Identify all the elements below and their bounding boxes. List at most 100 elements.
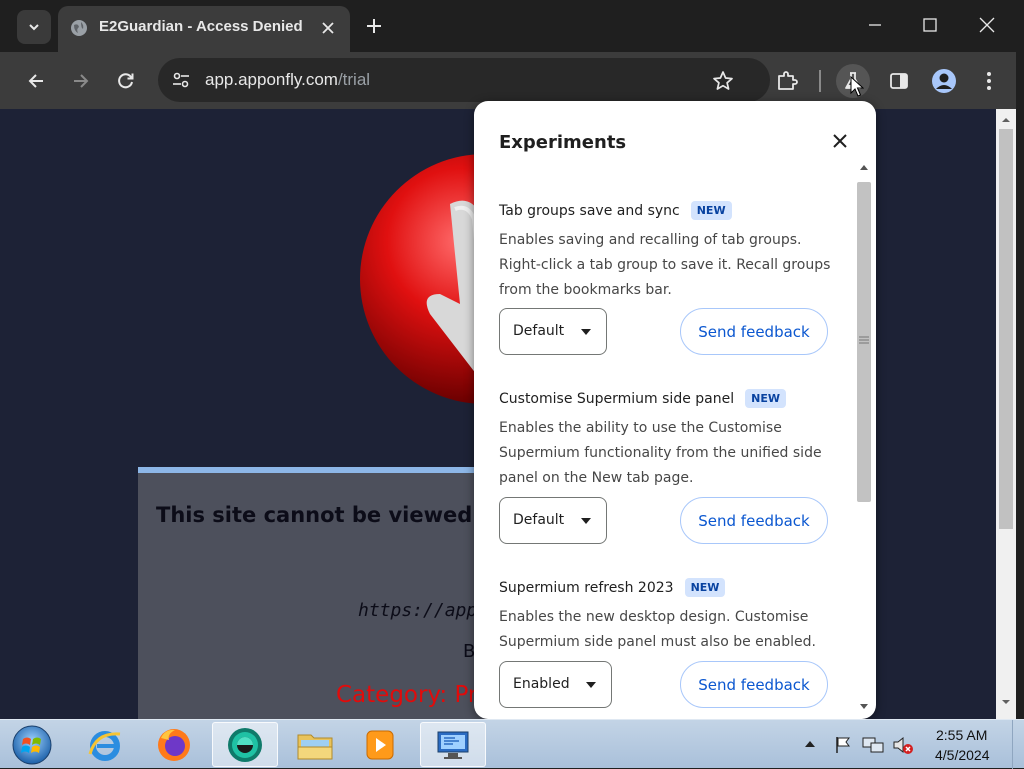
taskbar-firefox[interactable] — [141, 722, 207, 767]
feature-name: Tab groups save and sync — [499, 202, 680, 219]
toolbar-divider — [819, 70, 821, 92]
minimize-button[interactable] — [858, 10, 892, 40]
profile-button[interactable] — [927, 64, 961, 98]
side-panel-button[interactable] — [882, 64, 916, 98]
arrow-right-icon — [74, 74, 89, 88]
folder-icon — [297, 734, 333, 759]
reload-icon — [118, 73, 134, 89]
experiments-scroll-thumb[interactable] — [857, 182, 871, 502]
action-center-flag-icon[interactable] — [834, 736, 852, 754]
send-feedback-button[interactable]: Send feedback — [680, 308, 828, 355]
plus-icon — [367, 19, 381, 33]
supermium-icon — [228, 727, 262, 762]
clock-date[interactable]: 4/5/2024 — [935, 747, 990, 763]
block-title: This site cannot be viewed at — [156, 503, 504, 527]
url-domain: app.apponfly.com — [205, 70, 338, 89]
maximize-icon — [923, 18, 937, 32]
firefox-icon — [158, 728, 190, 761]
grip-icon — [859, 336, 869, 344]
close-icon — [322, 22, 334, 34]
puzzle-icon — [778, 71, 798, 90]
window-border — [1016, 52, 1024, 719]
scroll-down-icon[interactable] — [860, 704, 868, 710]
window-close-button[interactable] — [970, 10, 1004, 40]
mouse-cursor-icon — [850, 76, 864, 97]
block-category: Category: Pr — [336, 682, 478, 708]
network-icon[interactable] — [862, 735, 884, 755]
chevron-down-icon — [29, 24, 39, 31]
side-panel-icon — [890, 73, 908, 89]
taskbar-media-player[interactable] — [347, 722, 413, 767]
forward-button[interactable] — [64, 64, 98, 98]
tab-close-button[interactable] — [316, 16, 340, 40]
taskbar-remote-desktop[interactable] — [420, 722, 486, 767]
more-vertical-icon — [987, 72, 991, 90]
clock-time[interactable]: 2:55 AM — [936, 727, 987, 743]
browser-tab[interactable]: E2Guardian - Access Denied — [58, 6, 350, 52]
feature-name: Customise Supermium side panel — [499, 390, 735, 407]
experiments-scrollbar[interactable] — [855, 160, 873, 715]
title-bar: E2Guardian - Access Denied — [0, 0, 1024, 52]
taskbar: 2:55 AM 4/5/2024 — [0, 719, 1024, 769]
feature-name: Supermium refresh 2023 — [499, 579, 674, 596]
new-badge: NEW — [690, 201, 732, 220]
scroll-up-icon[interactable] — [1001, 115, 1011, 125]
experiments-close-button[interactable] — [828, 129, 852, 153]
close-icon — [979, 17, 995, 33]
feature-state-select[interactable]: Default — [499, 497, 607, 544]
back-button[interactable] — [19, 64, 53, 98]
tray-expand-icon[interactable] — [804, 739, 816, 749]
maximize-button[interactable] — [913, 10, 947, 40]
internet-explorer-icon — [88, 730, 121, 761]
scroll-up-icon[interactable] — [860, 164, 868, 170]
reload-button[interactable] — [109, 64, 143, 98]
new-tab-button[interactable] — [362, 14, 386, 38]
close-icon — [833, 134, 847, 148]
address-bar[interactable]: app.apponfly.com/trial — [158, 58, 770, 102]
extensions-button[interactable] — [770, 64, 804, 98]
feature-description: Enables saving and recalling of tab grou… — [499, 232, 831, 298]
caret-down-icon — [581, 518, 591, 524]
volume-muted-icon[interactable] — [892, 735, 914, 755]
feature-state-select[interactable]: Default — [499, 308, 607, 355]
new-badge: NEW — [745, 389, 786, 408]
avatar-icon — [932, 69, 956, 93]
send-feedback-button[interactable]: Send feedback — [680, 661, 828, 708]
select-value: Enabled — [513, 676, 570, 692]
arrow-left-icon — [28, 74, 43, 88]
send-feedback-button[interactable]: Send feedback — [680, 497, 828, 544]
experiments-title: Experiments — [499, 132, 627, 153]
feature-side-panel: Customise Supermium side panel NEW Enable… — [499, 389, 829, 491]
tab-title: E2Guardian - Access Denied — [99, 18, 303, 35]
feature-refresh-2023: Supermium refresh 2023 NEW Enables the ne… — [499, 578, 829, 655]
show-desktop-button[interactable] — [1012, 720, 1024, 769]
taskbar-file-explorer[interactable] — [282, 722, 348, 767]
feature-description: Enables the new desktop design. Customis… — [499, 609, 816, 650]
taskbar-supermium[interactable] — [212, 722, 278, 767]
tab-search-button[interactable] — [17, 10, 51, 44]
globe-icon — [71, 20, 87, 36]
url-path: /trial — [337, 70, 371, 89]
select-value: Default — [513, 512, 565, 528]
feature-description: Enables the ability to use the Customise… — [499, 420, 822, 486]
start-orb-icon[interactable] — [10, 724, 54, 766]
media-player-icon — [366, 730, 394, 759]
remote-desktop-icon — [437, 731, 469, 759]
scroll-down-icon[interactable] — [1001, 697, 1011, 707]
caret-down-icon — [586, 682, 596, 688]
blocked-url: https://app. — [358, 600, 489, 621]
caret-down-icon — [581, 329, 591, 335]
minimize-icon — [869, 24, 881, 26]
page-scroll-thumb[interactable] — [999, 129, 1013, 529]
menu-button[interactable] — [972, 64, 1006, 98]
page-scrollbar[interactable] — [996, 109, 1016, 719]
site-settings-icon[interactable] — [170, 69, 192, 91]
taskbar-internet-explorer[interactable] — [72, 722, 138, 767]
url-text[interactable]: app.apponfly.com/trial — [205, 70, 370, 90]
select-value: Default — [513, 323, 565, 339]
feature-tab-groups: Tab groups save and sync NEW Enables savi… — [499, 201, 831, 303]
bookmark-star-icon[interactable] — [711, 69, 735, 93]
new-badge: NEW — [684, 578, 726, 597]
feature-state-select[interactable]: Enabled — [499, 661, 612, 708]
experiments-popup: Experiments Tab groups save and sync NEW … — [474, 101, 876, 719]
